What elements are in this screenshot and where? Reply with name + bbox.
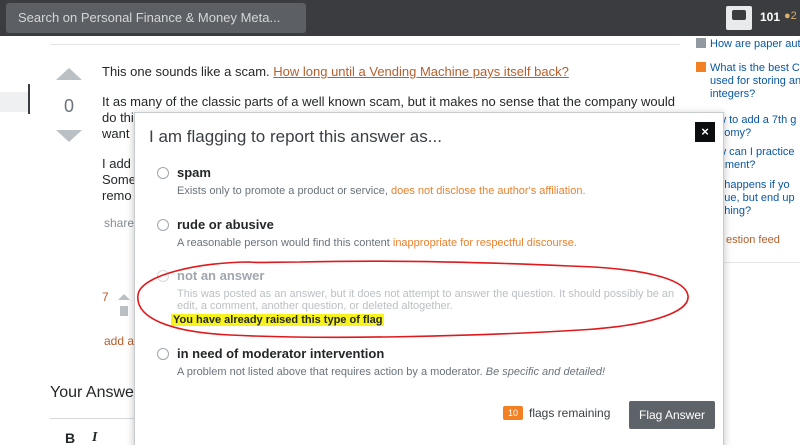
flags-remaining-badge: 10 xyxy=(503,406,523,420)
share-link[interactable]: share xyxy=(104,216,134,230)
option-label: in need of moderator intervention xyxy=(177,346,385,361)
italic-button[interactable]: I xyxy=(92,430,97,445)
sidebar-item[interactable]: How are paper aut xyxy=(696,38,800,51)
comment-vote-count: 7 xyxy=(102,290,109,304)
answer-paragraph-1: This one sounds like a scam. How long un… xyxy=(102,64,569,79)
option-description: Exists only to promote a product or serv… xyxy=(177,185,586,197)
radio-button xyxy=(157,270,169,282)
already-raised-notice: You have already raised this type of fla… xyxy=(171,314,385,326)
comment-flag-icon[interactable] xyxy=(120,306,128,316)
option-label: rude or abusive xyxy=(177,217,274,232)
stackoverflow-icon xyxy=(696,62,706,72)
flag-dialog: I am flagging to report this answer as..… xyxy=(134,112,724,445)
search-input[interactable]: Search on Personal Finance & Money Meta.… xyxy=(6,3,306,33)
answer-intro-text: This one sounds like a scam. xyxy=(102,64,270,79)
close-button[interactable]: × xyxy=(695,122,715,142)
option-label: spam xyxy=(177,165,211,180)
dialog-title: I am flagging to report this answer as..… xyxy=(149,127,442,146)
flag-answer-button[interactable]: Flag Answer xyxy=(629,401,715,429)
option-description: This was posted as an answer, but it doe… xyxy=(177,288,675,312)
sidebar-item-cont[interactable]: integers? xyxy=(696,88,800,101)
sidebar-item-cont[interactable]: used for storing an xyxy=(696,75,800,88)
top-bar: Search on Personal Finance & Money Meta.… xyxy=(0,0,800,36)
question-feed-link[interactable]: estion feed xyxy=(726,234,780,246)
option-description: A problem not listed above that requires… xyxy=(177,366,606,378)
add-comment-link[interactable]: add a xyxy=(104,334,134,348)
left-nav-indicator xyxy=(28,84,30,114)
left-nav-highlight[interactable] xyxy=(0,92,30,112)
downvote-arrow-icon[interactable] xyxy=(56,130,82,142)
vote-count: 0 xyxy=(64,96,75,116)
meta-site-icon xyxy=(696,38,706,48)
badge-count: ●2 xyxy=(784,10,797,22)
radio-button[interactable] xyxy=(157,167,169,179)
radio-button[interactable] xyxy=(157,348,169,360)
radio-button[interactable] xyxy=(157,219,169,231)
bold-button[interactable]: B xyxy=(65,430,75,445)
divider xyxy=(50,44,680,45)
upvote-arrow-icon[interactable] xyxy=(56,68,82,80)
option-description: A reasonable person would find this cont… xyxy=(177,237,577,249)
your-answer-heading: Your Answe xyxy=(50,384,134,401)
sidebar-item[interactable]: What is the best C- xyxy=(696,62,800,75)
related-question-link[interactable]: How long until a Vending Machine pays it… xyxy=(273,64,569,79)
comment-upvote-icon[interactable] xyxy=(118,294,130,300)
option-label: not an answer xyxy=(177,268,265,283)
avatar[interactable] xyxy=(726,6,752,30)
reputation-count[interactable]: 101 xyxy=(760,10,780,24)
flags-remaining-label: flags remaining xyxy=(529,406,611,420)
